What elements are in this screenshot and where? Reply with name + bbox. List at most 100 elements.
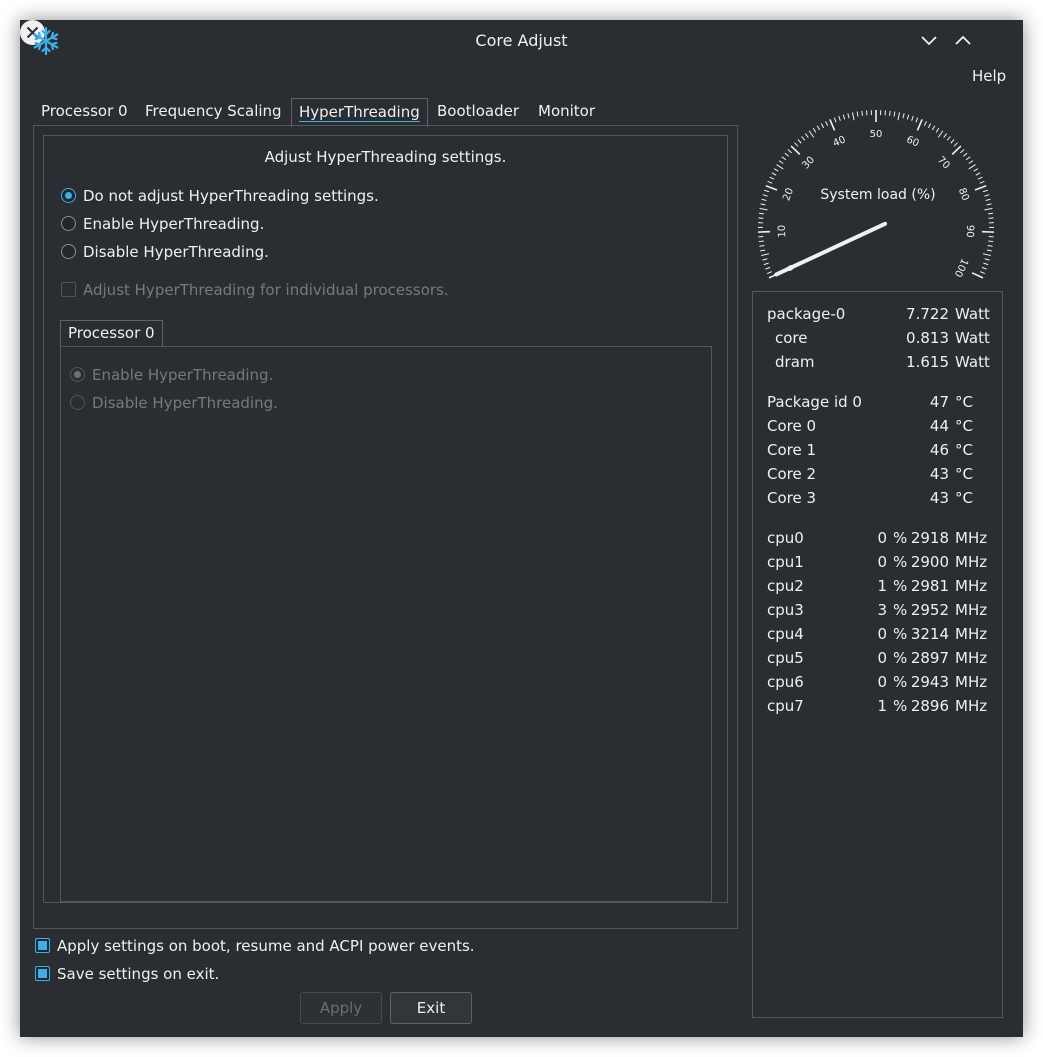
gauge-major-tick (790, 145, 801, 155)
gauge-minor-tick (842, 114, 846, 120)
gauge-minor-tick (893, 111, 896, 117)
gauge-minor-tick (767, 180, 773, 184)
gauge-minor-tick (927, 123, 932, 129)
gauge-minor-tick (794, 142, 799, 147)
gauge-minor-tick (764, 189, 770, 193)
gauge-minor-tick (804, 133, 809, 138)
gauge-minor-tick (906, 114, 910, 120)
gauge-minor-tick (902, 113, 905, 119)
cpu-row: cpu0 0% 2918 MHz (767, 529, 988, 547)
cpu-row: cpu2 1% 2981 MHz (767, 577, 988, 595)
gauge-needle (774, 221, 888, 277)
temp-row: Core 2 43 °C (767, 465, 973, 483)
gauge-minor-tick (762, 258, 768, 261)
radio-indicator[interactable] (70, 395, 85, 410)
power-row-core: core 0.813 Watt (775, 329, 990, 347)
gauge-minor-tick (825, 121, 829, 127)
gauge-tick-label: 40 (831, 134, 847, 149)
title-bar[interactable]: Core Adjust (20, 20, 1023, 62)
gauge-tick-label: 60 (905, 134, 921, 149)
gauge-tick-label: 90 (964, 225, 975, 238)
gauge-minor-tick (812, 127, 817, 133)
chevron-down-icon[interactable] (916, 28, 942, 54)
gauge-minor-tick (889, 110, 891, 116)
gauge-minor-tick (760, 203, 766, 206)
gauge-minor-tick (911, 115, 914, 121)
gauge-label: System load (%) (820, 187, 935, 203)
tab-processor-0[interactable]: Processor 0 (34, 98, 135, 126)
gauge-minor-tick (975, 172, 981, 176)
gauge-minor-tick (776, 164, 784, 170)
temp-row: Core 0 44 °C (767, 417, 973, 435)
gauge-minor-tick (763, 262, 769, 266)
gauge-minor-tick (762, 194, 768, 197)
gauge-minor-tick (760, 249, 766, 252)
cpu-row: cpu6 0% 2943 MHz (767, 673, 988, 691)
gauge-minor-tick (861, 110, 863, 116)
gauge-tick-label: 20 (781, 187, 796, 203)
gauge-minor-tick (980, 271, 986, 274)
radio-indicator[interactable] (61, 244, 76, 259)
gauge-minor-tick (946, 136, 951, 141)
tab-monitor[interactable]: Monitor (531, 98, 602, 126)
group-title: Adjust HyperThreading settings. (264, 148, 507, 166)
cpu-row: cpu3 3% 2952 MHz (767, 601, 988, 619)
gauge-minor-tick (765, 266, 771, 270)
gauge-minor-tick (781, 156, 787, 161)
monitor-panel: package-0 7.722 Watt core 0.813 Watt dram 1.6… (752, 291, 1003, 1018)
radio-indicator[interactable] (70, 367, 85, 382)
gauge-minor-tick (935, 127, 940, 133)
gauge-minor-tick (787, 149, 792, 154)
gauge-minor-tick (820, 123, 825, 129)
gauge-minor-tick (986, 203, 992, 206)
apply-button[interactable]: Apply (300, 992, 382, 1024)
cpu-row: cpu7 1% 2896 MHz (767, 697, 988, 715)
tab-frequency-scaling[interactable]: Frequency Scaling (138, 98, 289, 126)
gauge-minor-tick (950, 139, 955, 144)
gauge-minor-tick (769, 176, 775, 180)
exit-button[interactable]: Exit (390, 992, 472, 1024)
gauge-major-tick (916, 119, 923, 131)
gauge-minor-tick (766, 271, 772, 274)
gauge-minor-tick (981, 266, 987, 270)
gauge-tick-label: 10 (777, 225, 788, 238)
gauge-minor-tick (778, 160, 784, 164)
gauge-minor-tick (801, 136, 806, 141)
gauge-minor-tick (759, 244, 765, 247)
power-row-package: package-0 7.722 Watt (767, 305, 990, 323)
gauge-minor-tick (984, 208, 993, 211)
tab-inner-processor-0[interactable]: Processor 0 (60, 320, 163, 347)
checkbox-indicator[interactable] (35, 938, 50, 953)
gauge-minor-tick (953, 142, 958, 147)
tab-bootloader[interactable]: Bootloader (430, 98, 526, 126)
gauge-minor-tick (986, 249, 992, 252)
gauge-minor-tick (983, 262, 989, 266)
hyperthreading-group: Adjust HyperThreading settings. Do not a… (43, 135, 728, 903)
gauge-minor-tick (797, 139, 802, 144)
gauge-minor-tick (979, 180, 985, 184)
gauge-minor-tick (960, 149, 965, 154)
tab-hyperthreading[interactable]: HyperThreading (291, 98, 428, 127)
radio-indicator[interactable] (61, 188, 76, 203)
checkbox-indicator[interactable] (35, 966, 50, 981)
checkbox-indicator[interactable] (61, 282, 76, 297)
system-load-gauge: 0102030405060708090100 System load (%) (757, 110, 995, 279)
gauge-minor-tick (982, 189, 988, 193)
hyperthreading-tab-pane: Adjust HyperThreading settings. Do not a… (33, 125, 738, 929)
gauge-minor-tick (931, 125, 936, 131)
temp-row: Package id 0 47 °C (767, 393, 973, 411)
gauge-minor-tick (761, 253, 770, 257)
chevron-up-icon[interactable] (950, 28, 976, 54)
gauge-minor-tick (968, 160, 974, 164)
gauge-minor-tick (923, 121, 927, 127)
gauge-major-tick (765, 184, 778, 191)
cpu-row: cpu4 0% 3214 MHz (767, 625, 988, 643)
gauge-minor-tick (816, 125, 821, 131)
menu-help[interactable]: Help (972, 67, 1006, 85)
cpu-row: cpu5 0% 2897 MHz (767, 649, 988, 667)
gauge-minor-tick (758, 240, 764, 243)
radio-indicator[interactable] (61, 216, 76, 231)
gauge-tick-label: 80 (956, 187, 971, 203)
gauge-minor-tick (758, 212, 764, 215)
power-row-dram: dram 1.615 Watt (775, 353, 990, 371)
